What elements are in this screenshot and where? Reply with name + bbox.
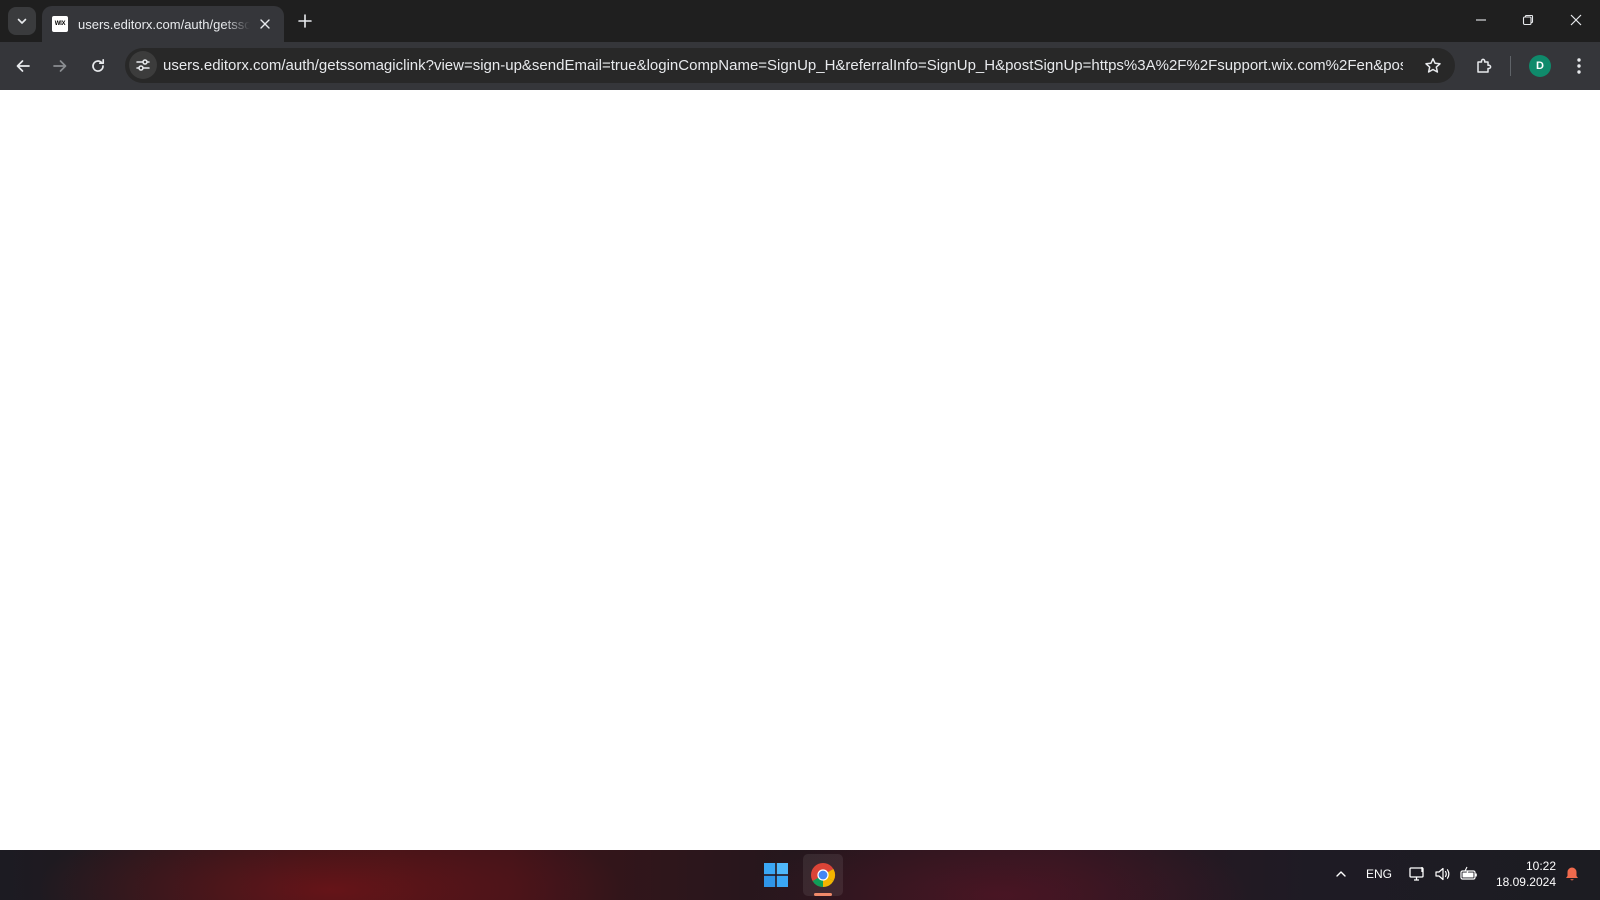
bell-icon <box>1566 867 1578 881</box>
close-icon <box>260 19 270 29</box>
reload-icon <box>92 58 105 72</box>
show-hidden-icons-button[interactable] <box>1330 863 1352 885</box>
input-language-indicator[interactable]: ENG <box>1366 867 1392 881</box>
browser-menu-button[interactable] <box>1566 52 1592 80</box>
site-info-button[interactable] <box>129 51 157 79</box>
chevron-down-icon <box>17 18 27 24</box>
url-text[interactable]: users.editorx.com/auth/getssomagiclink?v… <box>163 56 1403 75</box>
extensions-button[interactable] <box>1470 52 1498 80</box>
favicon-text: WIX <box>54 21 66 27</box>
volume-icon <box>1435 867 1450 881</box>
close-icon <box>1570 14 1582 26</box>
bookmark-button[interactable] <box>1421 54 1445 78</box>
browser-toolbar: users.editorx.com/auth/getssomagiclink?v… <box>0 42 1600 90</box>
volume-button[interactable] <box>1432 863 1454 885</box>
page-content <box>0 90 1600 850</box>
clock[interactable]: 10:22 18.09.2024 <box>1486 858 1556 890</box>
arrow-left-icon <box>16 60 30 72</box>
tune-icon <box>136 59 150 71</box>
minimize-icon <box>1476 19 1486 21</box>
notifications-button[interactable] <box>1562 864 1582 884</box>
close-window-button[interactable] <box>1561 6 1591 34</box>
chrome-taskbar-button[interactable] <box>803 854 843 896</box>
network-status-button[interactable] <box>1407 863 1429 885</box>
tab-title: users.editorx.com/auth/getssomagiclink <box>78 16 250 32</box>
windows-logo-icon <box>764 863 788 887</box>
windows-taskbar: ENG 10:22 18.09.2024 <box>0 850 1600 900</box>
new-tab-button[interactable] <box>294 10 316 32</box>
network-icon <box>1409 867 1424 881</box>
browser-window-chrome: WIX users.editorx.com/auth/getssomagicli… <box>0 0 1600 90</box>
wix-favicon-icon: WIX <box>52 16 68 32</box>
profile-avatar[interactable]: D <box>1529 55 1551 77</box>
chrome-logo-icon <box>811 863 836 887</box>
clock-date: 18.09.2024 <box>1495 875 1556 889</box>
minimize-button[interactable] <box>1466 6 1496 34</box>
forward-button[interactable] <box>45 51 75 81</box>
star-icon <box>1425 58 1441 73</box>
active-tab[interactable]: WIX users.editorx.com/auth/getssomagicli… <box>42 6 284 42</box>
battery-button[interactable] <box>1458 863 1480 885</box>
address-bar[interactable]: users.editorx.com/auth/getssomagiclink?v… <box>125 48 1455 83</box>
chevron-up-icon <box>1336 871 1346 877</box>
more-vertical-icon <box>1577 58 1581 74</box>
arrow-right-icon <box>53 60 67 72</box>
tab-strip: WIX users.editorx.com/auth/getssomagicli… <box>0 0 1600 42</box>
toolbar-separator <box>1510 56 1511 76</box>
reload-button[interactable] <box>83 51 113 81</box>
plus-icon <box>298 14 312 28</box>
battery-charging-icon <box>1460 866 1477 880</box>
tab-close-button[interactable] <box>256 15 274 33</box>
running-app-indicator <box>814 893 832 896</box>
tab-search-button[interactable] <box>8 7 36 35</box>
clock-time: 10:22 <box>1525 859 1556 873</box>
profile-initial: D <box>1536 60 1544 72</box>
start-button[interactable] <box>760 859 792 891</box>
restore-button[interactable] <box>1513 6 1543 34</box>
restore-icon <box>1522 14 1534 26</box>
back-button[interactable] <box>8 51 38 81</box>
puzzle-icon <box>1477 58 1492 73</box>
